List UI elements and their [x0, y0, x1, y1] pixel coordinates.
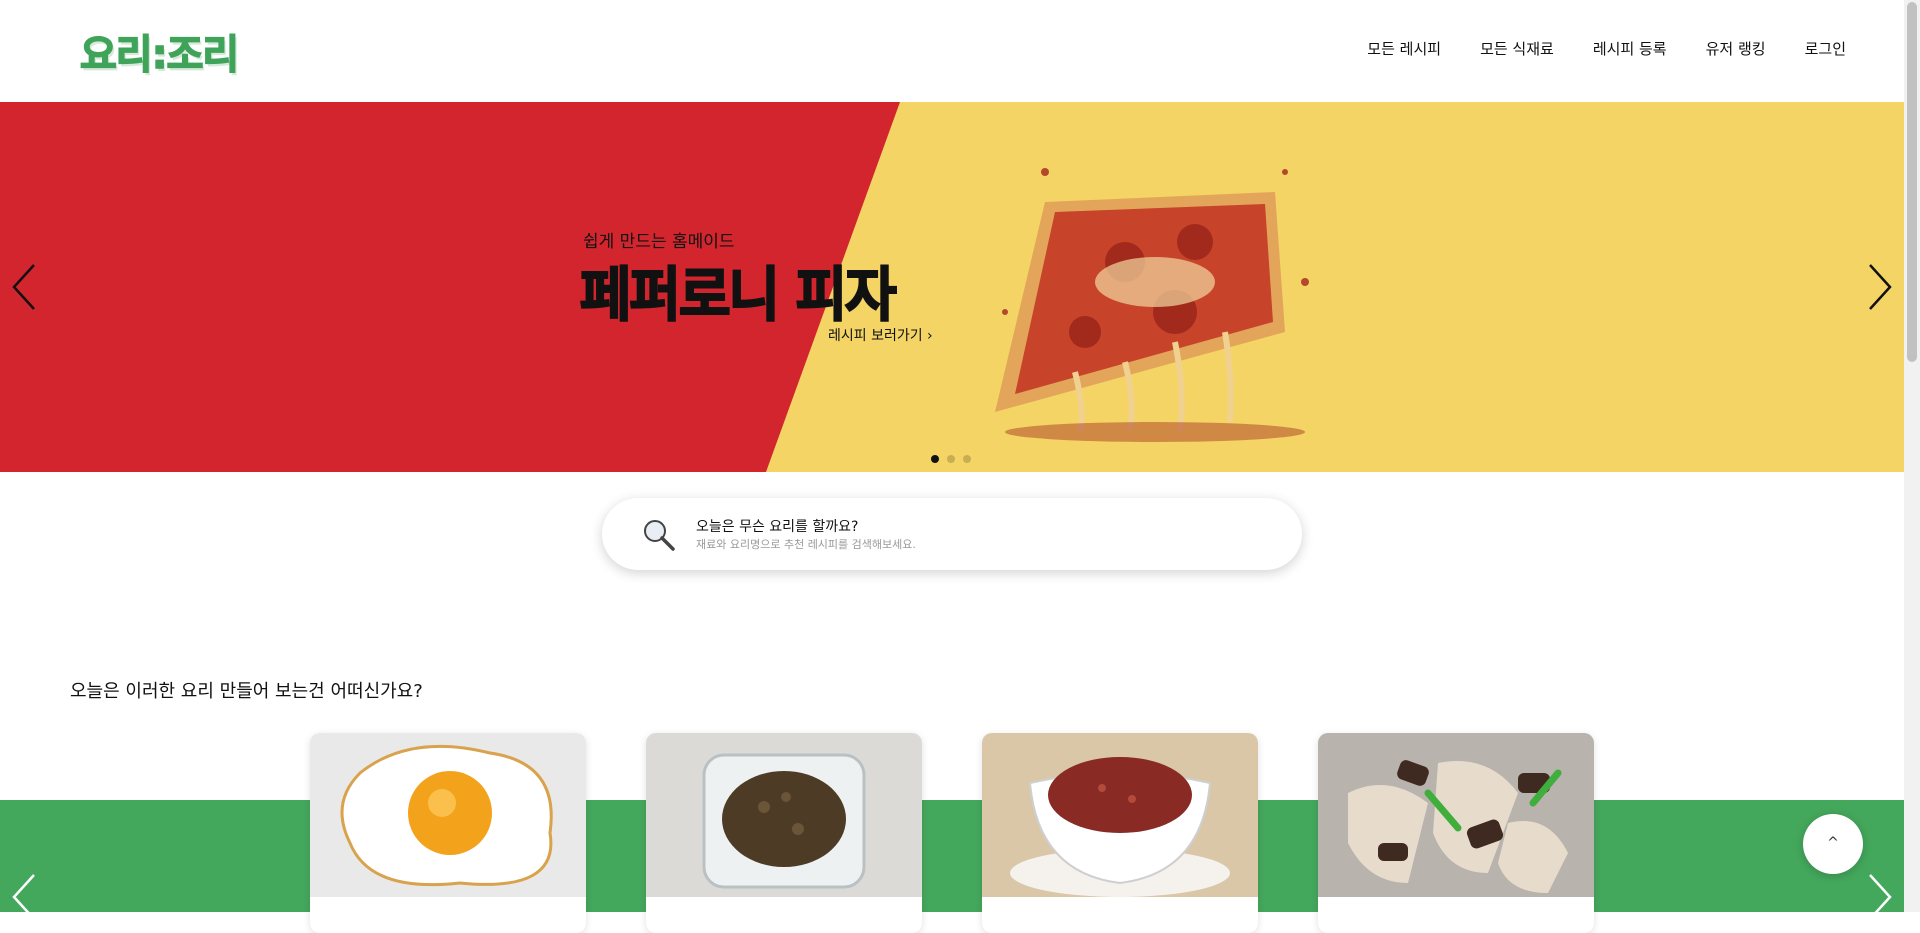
recommend-prev-arrow-icon[interactable] — [10, 872, 38, 922]
page-scrollbar[interactable] — [1904, 0, 1920, 912]
recipe-search-box[interactable]: 오늘은 무슨 요리를 할까요? 재료와 요리명으로 추천 레시피를 검색해보세요… — [602, 498, 1302, 570]
hero-background — [0, 102, 1904, 472]
recipe-card-2[interactable] — [646, 733, 922, 933]
pizza-slice-image — [995, 168, 1309, 442]
hero-pagination — [931, 455, 971, 463]
main-nav: 모든 레시피 모든 식재료 레시피 등록 유저 랭킹 로그인 — [1367, 38, 1846, 59]
stir-fried-mushroom-image — [1318, 733, 1594, 897]
hero-banner: 쉽게 만드는 홈메이드 페퍼로니 피자 레시피 보러가기 › — [0, 102, 1904, 472]
recommend-next-arrow-icon[interactable] — [1866, 872, 1894, 922]
nav-login[interactable]: 로그인 — [1805, 38, 1846, 59]
scrollbar-thumb[interactable] — [1907, 2, 1917, 362]
nav-register-recipe[interactable]: 레시피 등록 — [1593, 38, 1667, 59]
hero-dot-2[interactable] — [947, 455, 955, 463]
hero-title: 페퍼로니 피자 — [579, 261, 898, 331]
recipe-card-1[interactable] — [310, 733, 586, 933]
hero-prev-arrow-icon[interactable] — [10, 262, 38, 312]
nav-all-ingredients[interactable]: 모든 식재료 — [1480, 38, 1554, 59]
search-icon — [644, 520, 675, 551]
scroll-to-top-button[interactable]: ^ — [1803, 814, 1863, 874]
site-logo[interactable]: 요리:조리 — [79, 22, 240, 80]
hero-recipe-link[interactable]: 레시피 보러가기 › — [828, 325, 933, 345]
recipe-card-4[interactable] — [1318, 733, 1594, 933]
fried-egg-image — [310, 733, 586, 897]
bulgogi-image — [646, 733, 922, 897]
site-header: 요리:조리 모든 레시피 모든 식재료 레시피 등록 유저 랭킹 로그인 — [0, 0, 1904, 102]
recipe-card-3[interactable] — [982, 733, 1258, 933]
search-hint: 재료와 요리명으로 추천 레시피를 검색해보세요. — [696, 538, 916, 551]
nav-all-recipes[interactable]: 모든 레시피 — [1367, 38, 1441, 59]
hero-next-arrow-icon[interactable] — [1866, 262, 1894, 312]
recommend-title: 오늘은 이러한 요리 만들어 보는건 어떠신가요? — [70, 681, 423, 702]
search-question: 오늘은 무슨 요리를 할까요? — [696, 519, 859, 535]
hero-dot-3[interactable] — [963, 455, 971, 463]
red-pepper-paste-image — [982, 733, 1258, 897]
recommend-band — [0, 800, 1904, 912]
nav-user-ranking[interactable]: 유저 랭킹 — [1706, 38, 1766, 59]
hero-dot-1[interactable] — [931, 455, 939, 463]
